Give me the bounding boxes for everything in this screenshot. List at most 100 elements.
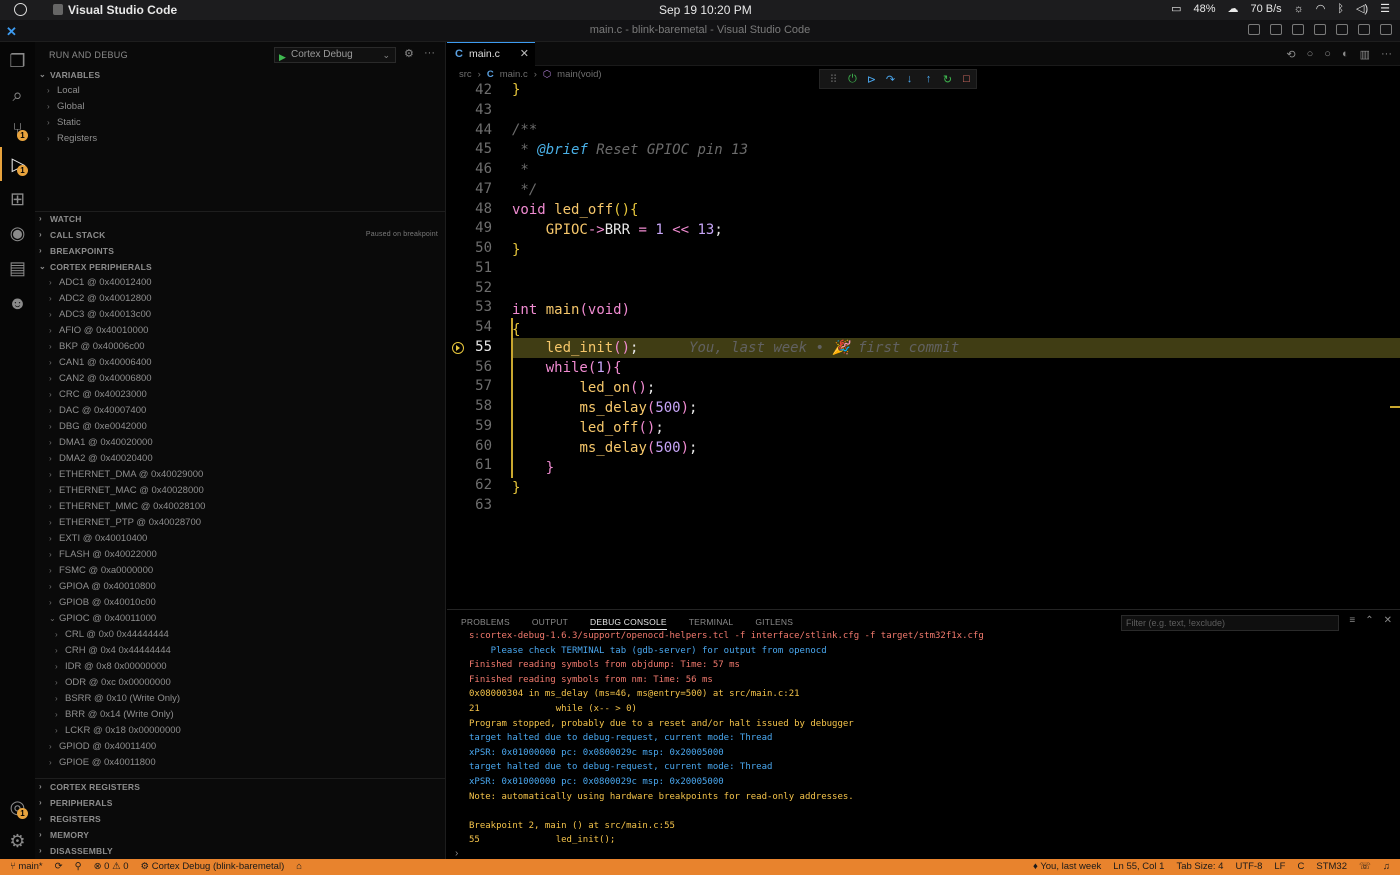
control-center-icon[interactable]: ☰ <box>1380 2 1390 15</box>
section-call-stack[interactable]: › CALL STACK Paused on breakpoint <box>35 227 445 243</box>
register-item[interactable]: › BSRR @ 0x10 (Write Only) <box>35 691 445 707</box>
peripheral-item[interactable]: › ETHERNET_MAC @ 0x40028000 <box>35 483 445 499</box>
encoding[interactable]: UTF-8 <box>1235 859 1262 875</box>
start-debug-icon[interactable]: ▶ <box>279 50 286 64</box>
register-item[interactable]: › LCKR @ 0x18 0x00000000 <box>35 723 445 739</box>
tab-main-c[interactable]: C main.c ✕ <box>447 42 535 66</box>
debug-settings-gear-icon[interactable]: ⚙ <box>404 47 414 60</box>
peripheral-item[interactable]: › DMA2 @ 0x40020400 <box>35 451 445 467</box>
battery-icon[interactable]: ▭ <box>1171 2 1181 15</box>
cursor-position[interactable]: Ln 55, Col 1 <box>1113 859 1164 875</box>
section-variables[interactable]: ⌄ VARIABLES <box>35 67 445 83</box>
clear-console-icon[interactable]: ≡ <box>1349 615 1355 626</box>
gitlens-inspect-icon[interactable]: ◐ <box>1342 48 1349 61</box>
section-breakpoints[interactable]: › BREAKPOINTS <box>35 243 445 259</box>
language-mode[interactable]: C <box>1297 859 1304 875</box>
peripheral-item[interactable]: › BKP @ 0x40006c00 <box>35 339 445 355</box>
peripheral-item[interactable]: › CAN1 @ 0x40006400 <box>35 355 445 371</box>
source-control-icon[interactable]: ⑂ 1 <box>0 112 35 146</box>
blame-status[interactable]: ♦ You, last week <box>1033 859 1101 875</box>
feedback-icon[interactable]: ☏ <box>1359 859 1371 875</box>
peripheral-item[interactable]: › GPIOE @ 0x40011800 <box>35 755 445 771</box>
close-window-icon[interactable] <box>1380 24 1392 35</box>
variable-scope-item[interactable]: › Local <box>35 83 445 99</box>
extensions-icon[interactable]: ⊞ <box>0 182 35 216</box>
folder-manager-icon[interactable]: ▤ <box>0 251 35 285</box>
console-input-chevron-icon[interactable]: › <box>455 848 458 859</box>
minimize-icon[interactable] <box>1336 24 1348 35</box>
restore-icon[interactable] <box>1358 24 1370 35</box>
debug-config-status[interactable]: ⚙ Cortex Debug (blink-baremetal) <box>141 859 285 875</box>
brightness-icon[interactable]: ☼ <box>1294 3 1304 15</box>
peripheral-item[interactable]: › ADC1 @ 0x40012400 <box>35 275 445 291</box>
debug-config-select[interactable]: ▶ Cortex Debug ⌄ <box>274 47 396 63</box>
peripheral-item[interactable]: › ADC2 @ 0x40012800 <box>35 291 445 307</box>
open-changes-icon[interactable]: ⟲ <box>1286 48 1295 61</box>
scrollbar-position-marker[interactable] <box>1390 406 1400 408</box>
close-tab-icon[interactable]: ✕ <box>520 43 529 66</box>
peripheral-item[interactable]: › DAC @ 0x40007400 <box>35 403 445 419</box>
peripheral-item[interactable]: › ETHERNET_DMA @ 0x40029000 <box>35 467 445 483</box>
step-into-icon[interactable]: ↷ <box>881 73 900 86</box>
section-registers[interactable]: › REGISTERS <box>35 811 445 827</box>
close-panel-icon[interactable]: ✕ <box>1384 615 1392 626</box>
more-actions-icon[interactable]: ··· <box>1381 48 1392 61</box>
platformio-icon[interactable]: ☻ <box>0 286 35 320</box>
step-over-icon[interactable]: ⊳ <box>862 73 881 86</box>
explorer-icon[interactable]: ❐ <box>0 44 35 78</box>
stop-icon[interactable]: □ <box>957 73 976 85</box>
peripheral-item[interactable]: › ADC3 @ 0x40013c00 <box>35 307 445 323</box>
peripheral-item[interactable]: ⌄ GPIOC @ 0x40011000 <box>35 611 445 627</box>
wifi-icon[interactable]: ◠ <box>1316 2 1326 15</box>
problems-count[interactable]: ⊗ 0 ⚠ 0 <box>94 859 129 875</box>
current-breakpoint-icon[interactable] <box>452 342 464 354</box>
maximize-panel-icon[interactable]: ⌃ <box>1365 615 1373 626</box>
network-speed[interactable]: 70 B/s <box>1251 3 1282 15</box>
toggle-panel-icon[interactable] <box>1270 24 1282 35</box>
peripheral-item[interactable]: › EXTI @ 0x40010400 <box>35 531 445 547</box>
breadcrumb-file[interactable]: main.c <box>500 69 528 80</box>
home-icon[interactable]: ⌂ <box>296 859 302 875</box>
customize-layout-icon[interactable] <box>1314 24 1326 35</box>
section-peripherals[interactable]: › PERIPHERALS <box>35 795 445 811</box>
bluetooth-icon[interactable]: ᛒ <box>1337 3 1344 15</box>
step-out-icon[interactable]: ↓ <box>900 73 919 85</box>
peripheral-item[interactable]: › ETHERNET_MMC @ 0x40028100 <box>35 499 445 515</box>
apple-menu-icon[interactable] <box>14 3 27 16</box>
breadcrumb-symbol[interactable]: main(void) <box>557 69 601 80</box>
continue-icon[interactable]: ⏻ <box>843 73 862 86</box>
section-memory[interactable]: › MEMORY <box>35 827 445 843</box>
peripheral-item[interactable]: › FLASH @ 0x40022000 <box>35 547 445 563</box>
variable-scope-item[interactable]: › Registers <box>35 131 445 147</box>
section-watch[interactable]: › WATCH <box>35 211 445 227</box>
section-cortex-peripherals[interactable]: ⌄ CORTEX PERIPHERALS <box>35 259 445 275</box>
section-disassembly[interactable]: › DISASSEMBLY <box>35 843 445 859</box>
notifications-icon[interactable]: ♫ <box>1383 859 1390 875</box>
section-cortex-registers[interactable]: › CORTEX REGISTERS <box>35 779 445 795</box>
register-item[interactable]: › CRH @ 0x4 0x44444444 <box>35 643 445 659</box>
drag-handle-icon[interactable]: ⠿ <box>824 73 843 86</box>
peripheral-item[interactable]: › GPIOD @ 0x40011400 <box>35 739 445 755</box>
settings-gear-icon[interactable]: ⚙ <box>0 824 35 858</box>
toggle-sidebar-icon[interactable] <box>1248 24 1260 35</box>
next-change-icon[interactable]: ○ <box>1324 48 1331 61</box>
accounts-icon[interactable]: ◎ 1 <box>0 790 35 824</box>
run-debug-icon[interactable]: ▷ 1 <box>0 147 35 181</box>
register-item[interactable]: › IDR @ 0x8 0x00000000 <box>35 659 445 675</box>
platform-config[interactable]: STM32 <box>1316 859 1347 875</box>
more-actions-icon[interactable]: ··· <box>424 47 435 59</box>
peripheral-item[interactable]: › AFIO @ 0x40010000 <box>35 323 445 339</box>
variable-scope-item[interactable]: › Global <box>35 99 445 115</box>
peripheral-item[interactable]: › FSMC @ 0xa0000000 <box>35 563 445 579</box>
peripheral-item[interactable]: › DBG @ 0xe0042000 <box>35 419 445 435</box>
console-filter-input[interactable]: Filter (e.g. text, !exclude) <box>1121 615 1339 631</box>
peripheral-item[interactable]: › GPIOA @ 0x40010800 <box>35 579 445 595</box>
search-icon[interactable]: ⌕ <box>0 78 35 112</box>
peripheral-item[interactable]: › ETHERNET_PTP @ 0x40028700 <box>35 515 445 531</box>
step-up-icon[interactable]: ↑ <box>919 73 938 85</box>
git-graph-icon[interactable]: ⚲ <box>75 859 82 875</box>
menubar-clock[interactable]: Sep 19 10:20 PM <box>659 3 752 17</box>
toggle-secondary-sidebar-icon[interactable] <box>1292 24 1304 35</box>
peripheral-item[interactable]: › CRC @ 0x40023000 <box>35 387 445 403</box>
split-editor-icon[interactable]: ▥ <box>1360 48 1370 61</box>
